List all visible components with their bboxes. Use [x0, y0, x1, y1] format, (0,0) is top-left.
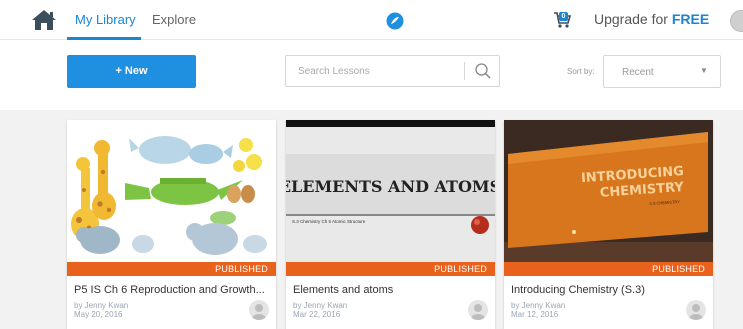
sort-label: Sort by: — [567, 67, 595, 76]
published-status-bar: PUBLISHED — [67, 262, 276, 276]
lesson-date: May 20, 2016 — [74, 310, 123, 319]
lesson-title[interactable]: Elements and atoms — [293, 284, 489, 296]
search-input[interactable] — [286, 56, 464, 86]
lesson-thumbnail-chemistry: INTRODUCING CHEMISTRY S.3 CHEMISTRY — [504, 120, 713, 262]
lesson-card[interactable]: PUBLISHED P5 IS Ch 6 Reproduction and Gr… — [67, 120, 276, 329]
home-icon[interactable] — [31, 9, 57, 31]
new-lesson-button[interactable]: + New — [67, 55, 196, 88]
sort-dropdown[interactable]: Recent ▼ — [603, 55, 721, 88]
upgrade-prefix: Upgrade for — [594, 11, 668, 27]
status-badge: PUBLISHED — [434, 264, 487, 274]
status-badge: PUBLISHED — [652, 264, 705, 274]
upgrade-free-label: FREE — [671, 11, 710, 27]
upgrade-link[interactable]: Upgrade for FREE — [594, 11, 709, 27]
search-divider — [464, 62, 465, 80]
thumbnail-subtitle: S.3 Chemistry Ch 5 Atomic Structure — [292, 219, 366, 224]
lesson-author: by Jenny Kwan — [293, 301, 348, 310]
chevron-down-icon: ▼ — [700, 66, 708, 75]
lesson-author: by Jenny Kwan — [74, 301, 129, 310]
search-icon[interactable] — [474, 62, 492, 80]
lesson-thumbnail-animals — [67, 120, 276, 262]
lesson-card[interactable]: ELEMENTS AND ATOMS S.3 Chemistry Ch 5 At… — [286, 120, 495, 329]
author-avatar — [249, 300, 269, 320]
sort-selected-value: Recent — [622, 67, 654, 78]
lesson-card[interactable]: INTRODUCING CHEMISTRY S.3 CHEMISTRY PUBL… — [504, 120, 713, 329]
search-box — [285, 55, 500, 87]
lesson-date: Mar 12, 2016 — [511, 310, 559, 319]
lesson-date: Mar 22, 2016 — [293, 310, 341, 319]
published-status-bar: PUBLISHED — [286, 262, 495, 276]
lesson-title[interactable]: P5 IS Ch 6 Reproduction and Growth... — [74, 284, 270, 296]
tab-my-library[interactable]: My Library — [75, 12, 136, 27]
top-nav: My Library Explore 0 Upgrade for FREE — [0, 0, 743, 40]
author-avatar — [468, 300, 488, 320]
tab-explore[interactable]: Explore — [152, 12, 196, 27]
lesson-author: by Jenny Kwan — [511, 301, 566, 310]
user-avatar[interactable] — [730, 10, 743, 32]
status-badge: PUBLISHED — [215, 264, 268, 274]
lesson-title[interactable]: Introducing Chemistry (S.3) — [511, 284, 707, 296]
thumbnail-heading: ELEMENTS AND ATOMS — [286, 177, 495, 196]
author-avatar — [686, 300, 706, 320]
published-status-bar: PUBLISHED — [504, 262, 713, 276]
cart-count-badge: 0 — [559, 12, 568, 21]
lesson-thumbnail-elements: ELEMENTS AND ATOMS S.3 Chemistry Ch 5 At… — [286, 120, 495, 262]
brand-logo-icon[interactable] — [386, 12, 404, 30]
